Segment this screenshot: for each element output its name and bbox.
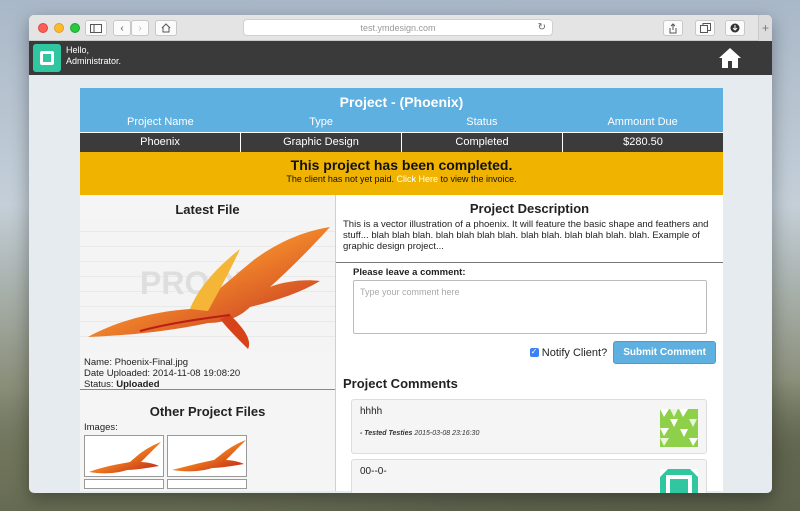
address-bar[interactable]: test.ymdesign.com ↻ bbox=[243, 19, 553, 36]
latest-file-details: Name: Phoenix-Final.jpg Date Uploaded: 2… bbox=[80, 351, 335, 390]
chevron-left-icon: ‹ bbox=[120, 22, 124, 34]
share-icon bbox=[669, 22, 677, 33]
home-icon[interactable] bbox=[718, 46, 742, 70]
sidebar-toggle-button[interactable] bbox=[85, 20, 107, 36]
phoenix-image bbox=[88, 227, 330, 349]
value-amount-due: $280.50 bbox=[623, 136, 663, 148]
latest-file-heading: Latest File bbox=[175, 202, 240, 217]
comment-meta: - Tested Testies 2015-03-08 23:16:30 bbox=[360, 430, 698, 437]
zoom-window-button[interactable] bbox=[70, 23, 80, 33]
image-thumbnails bbox=[80, 433, 335, 477]
image-thumbnail[interactable] bbox=[84, 435, 164, 477]
home-toolbar-button[interactable] bbox=[155, 20, 177, 36]
image-thumbnail[interactable] bbox=[167, 479, 247, 489]
greeting-user: Administrator. bbox=[66, 56, 122, 66]
comment-author: - Tested Testies bbox=[360, 430, 413, 437]
project-panel: Project - (Phoenix) Project Name Type St… bbox=[80, 88, 723, 493]
description-divider bbox=[336, 262, 723, 263]
column-status: Status bbox=[466, 116, 498, 128]
column-type: Type bbox=[309, 116, 334, 128]
date-uploaded: 2014-11-08 19:08:20 bbox=[152, 368, 241, 379]
invoice-link-suffix: to view the invoice. bbox=[440, 174, 517, 184]
project-values-row: Phoenix Graphic Design Completed $280.50 bbox=[80, 132, 723, 152]
latest-file-preview[interactable]: PROOF bbox=[80, 219, 335, 351]
avatar bbox=[660, 469, 698, 493]
comment-item: hhhh - Tested Testies 2015-03-08 23:16:3… bbox=[351, 399, 707, 454]
images-label: Images: bbox=[84, 422, 118, 433]
comment-item: 00--0- bbox=[351, 459, 707, 493]
comment-date: 2015-03-08 23:16:30 bbox=[414, 430, 480, 437]
comment-actions: Notify Client? Submit Comment bbox=[343, 341, 716, 364]
reload-icon[interactable]: ↻ bbox=[538, 22, 546, 33]
notify-client-option[interactable]: Notify Client? bbox=[529, 346, 608, 359]
phoenix-thumbnail-image bbox=[89, 442, 161, 474]
files-column: Latest File PROOF Name: Phoenix-Final.jp… bbox=[80, 195, 336, 491]
completion-banner: This project has been completed. The cli… bbox=[80, 152, 723, 195]
comment-form-label: Please leave a comment: bbox=[353, 267, 466, 278]
notify-client-checkbox[interactable] bbox=[529, 347, 539, 357]
close-window-button[interactable] bbox=[38, 23, 48, 33]
image-thumbnails-row-2 bbox=[80, 477, 335, 489]
project-body: Latest File PROOF Name: Phoenix-Final.jp… bbox=[80, 195, 723, 493]
file-name-label: Name: bbox=[84, 357, 112, 368]
payment-status-text: The client has not yet paid. bbox=[286, 174, 394, 184]
browser-window: ‹ › test.ymdesign.com ↻ + Hello, Adminis… bbox=[29, 15, 772, 493]
invoice-link[interactable]: Click Here bbox=[397, 174, 439, 184]
comment-text: hhhh bbox=[360, 406, 383, 417]
project-title: Project - (Phoenix) bbox=[339, 94, 464, 110]
banner-subtitle: The client has not yet paid. Click Here … bbox=[80, 174, 723, 184]
value-project-name: Phoenix bbox=[80, 133, 241, 152]
date-uploaded-label: Date Uploaded: bbox=[84, 368, 151, 379]
browser-toolbar: ‹ › test.ymdesign.com ↻ + bbox=[29, 15, 772, 41]
banner-title: This project has been completed. bbox=[290, 157, 513, 173]
image-thumbnail[interactable] bbox=[167, 435, 247, 477]
download-icon bbox=[730, 23, 740, 33]
column-project-name: Project Name bbox=[127, 116, 194, 128]
home-outline-icon bbox=[161, 23, 171, 33]
new-tab-button[interactable]: + bbox=[758, 15, 772, 41]
share-button[interactable] bbox=[663, 20, 683, 36]
file-name: Phoenix-Final.jpg bbox=[114, 357, 189, 368]
project-description-heading: Project Description bbox=[469, 201, 590, 216]
project-description-text: This is a vector illustration of a phoen… bbox=[343, 219, 709, 252]
value-type: Graphic Design bbox=[241, 133, 402, 152]
file-status-label: Status: bbox=[84, 379, 114, 390]
app-header: Hello, Administrator. bbox=[29, 41, 772, 75]
forward-button[interactable]: › bbox=[131, 20, 149, 36]
tabs-overview-button[interactable] bbox=[695, 20, 715, 36]
project-comments-heading: Project Comments bbox=[343, 376, 458, 391]
submit-comment-button[interactable]: Submit Comment bbox=[613, 341, 716, 364]
chevron-right-icon: › bbox=[138, 22, 142, 34]
image-thumbnail[interactable] bbox=[84, 479, 164, 489]
sidebar-icon bbox=[90, 23, 102, 33]
comment-textarea[interactable]: Type your comment here bbox=[353, 280, 707, 334]
project-columns-header: Project Name Type Status Ammount Due bbox=[80, 116, 723, 132]
details-column: Project Description This is a vector ill… bbox=[336, 195, 723, 493]
column-amount-due: Ammount Due bbox=[607, 116, 678, 128]
greeting-line-1: Hello, bbox=[66, 45, 90, 55]
file-status: Uploaded bbox=[116, 379, 160, 390]
phoenix-thumbnail-image bbox=[172, 440, 246, 472]
user-greeting: Hello, Administrator. bbox=[66, 45, 121, 67]
address-text: test.ymdesign.com bbox=[360, 22, 436, 33]
downloads-button[interactable] bbox=[725, 20, 745, 36]
back-button[interactable]: ‹ bbox=[113, 20, 131, 36]
other-files-heading: Other Project Files bbox=[149, 404, 266, 419]
minimize-window-button[interactable] bbox=[54, 23, 64, 33]
avatar bbox=[660, 409, 698, 447]
value-status: Completed bbox=[402, 133, 563, 152]
app-logo-icon[interactable] bbox=[33, 44, 61, 72]
notify-client-label: Notify Client? bbox=[541, 346, 608, 359]
tabs-icon bbox=[699, 23, 711, 33]
window-controls bbox=[38, 23, 80, 33]
comment-text: 00--0- bbox=[360, 466, 387, 477]
